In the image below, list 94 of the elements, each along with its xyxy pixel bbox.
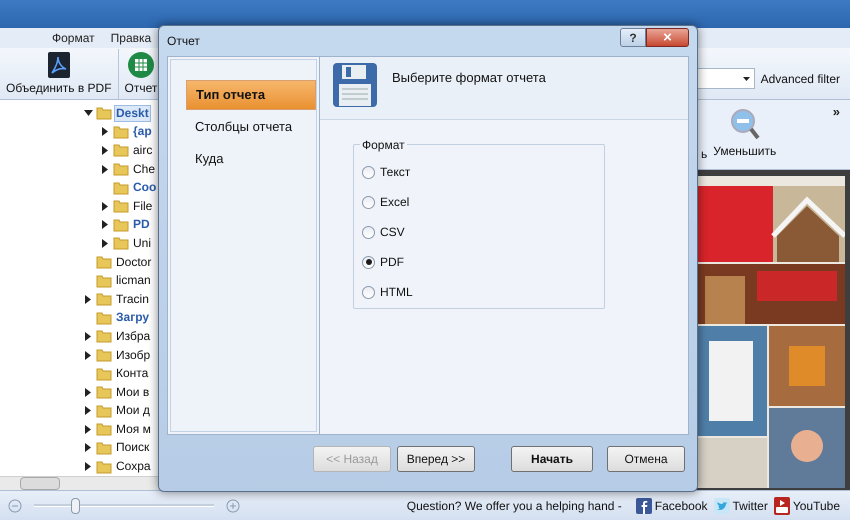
folder-icon [96,440,112,456]
advanced-filter-label[interactable]: Advanced filter [760,70,840,88]
expand-arrow-icon[interactable] [102,238,108,248]
help-text: Question? We offer you a helping hand - [406,498,622,514]
folder-icon [96,347,112,364]
tree-item[interactable]: Tracin [114,292,151,307]
toolbar-label[interactable]: ь [701,145,708,163]
social-link[interactable]: Facebook [636,496,708,514]
zoom-out-button[interactable]: Уменьшить [713,108,776,160]
folder-icon [96,366,112,382]
expand-arrow-icon[interactable] [102,202,108,211]
tree-item[interactable]: Избра [114,328,152,344]
tree-item[interactable]: File [131,198,154,214]
more-button[interactable]: » [832,102,840,122]
folder-icon [96,254,112,270]
step-item[interactable]: Куда [186,144,316,174]
expand-arrow-icon[interactable] [85,443,91,452]
video-icon [774,496,790,514]
tree-item[interactable]: airc [131,142,154,158]
folder-icon [113,180,129,196]
expand-arrow-icon[interactable] [85,462,91,472]
tree-item[interactable]: Загру [114,310,152,326]
folder-icon [96,310,112,326]
social-link[interactable]: Twitter [714,496,768,514]
radio-label[interactable]: Текст [380,163,410,181]
facebook-icon [636,498,652,514]
expand-arrow-icon[interactable] [102,164,108,174]
radio-label[interactable]: HTML [380,283,413,301]
radio-label[interactable]: Excel [380,193,410,211]
radio-button[interactable] [362,256,375,268]
pdf-icon [46,50,71,78]
folder-icon [113,235,129,252]
expand-arrow-icon[interactable] [102,127,108,136]
expand-arrow-icon[interactable] [85,294,91,304]
tree-item[interactable]: Coo [131,180,158,196]
tree-item[interactable]: licman [114,273,153,288]
tree-item[interactable]: Uni [131,236,154,251]
dialog-title: Отчет [167,33,200,50]
menu-item[interactable]: Правка [110,29,152,47]
expand-arrow-icon[interactable] [85,424,91,434]
zoom-slider[interactable] [34,498,214,514]
radio-button[interactable] [362,226,375,238]
dialog-heading: Выберите формат отчета [392,69,546,87]
tree-item[interactable]: Поиск [114,440,152,456]
spreadsheet-icon [126,50,155,78]
tree-item[interactable]: Che [131,162,158,177]
folder-icon [96,421,112,438]
radio-button[interactable] [362,166,375,178]
tree-item[interactable]: Изобр [114,348,152,363]
folder-icon [96,105,112,122]
folder-icon [96,402,112,419]
folder-icon [96,272,112,289]
dialog-button[interactable]: Отмена [607,446,685,472]
dialog-button[interactable]: Начать [511,446,593,472]
bird-icon [714,498,730,514]
radio-button[interactable] [362,196,375,208]
collapse-arrow-icon[interactable] [84,110,92,116]
folder-icon [96,384,112,400]
radio-button[interactable] [362,286,375,298]
folder-icon [96,328,112,344]
expand-arrow-icon[interactable] [102,146,108,155]
dropdown-arrow-icon [742,76,750,80]
zoom-out-icon [730,108,760,142]
toolbar-button[interactable]: Объединить в PDF [0,48,119,98]
tree-item[interactable]: PD [131,217,152,232]
tree-item[interactable]: Doctor [114,254,154,270]
tree-item[interactable]: Deskt [114,104,151,122]
tree-item[interactable]: Моя м [114,422,153,437]
tree-item[interactable]: {ap [131,124,154,140]
expand-arrow-icon[interactable] [85,350,91,360]
radio-label[interactable]: PDF [380,253,404,271]
help-button[interactable]: ? [620,28,646,46]
expand-arrow-icon[interactable] [85,406,91,416]
folder-icon [96,291,112,308]
folder-icon [96,458,112,475]
social-link[interactable]: YouTube [774,496,840,514]
tree-item[interactable]: Мои д [114,403,152,418]
folder-icon [113,161,129,178]
folder-icon [113,142,129,158]
folder-icon [113,198,129,214]
step-item[interactable]: Столбцы отчета [186,112,316,142]
step-item[interactable]: Тип отчета [186,80,316,110]
expand-arrow-icon[interactable] [102,220,108,230]
tree-item[interactable]: Мои в [114,384,152,400]
radio-label[interactable]: CSV [380,223,405,241]
folder-icon [113,216,129,233]
folder-icon [113,124,129,140]
slider-thumb[interactable] [71,498,80,514]
expand-arrow-icon[interactable] [85,388,91,397]
tree-item[interactable]: Конта [114,366,150,382]
expand-arrow-icon[interactable] [85,332,91,341]
tree-item[interactable]: Сохра [114,459,153,474]
menu-item[interactable]: Формат [52,29,95,47]
dialog-button[interactable]: Вперед >> [397,446,475,472]
